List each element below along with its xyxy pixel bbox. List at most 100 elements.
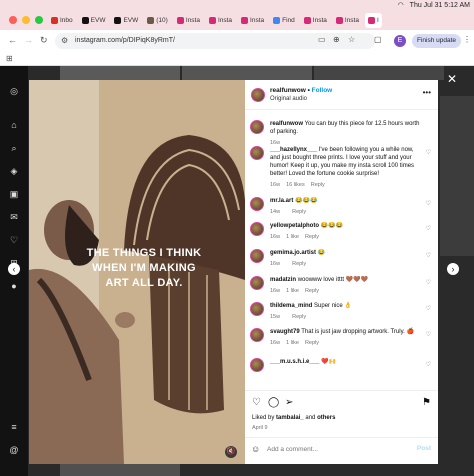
finish-update-button[interactable]: Finish update	[412, 34, 462, 48]
commenter-username[interactable]: ___hazellynx___	[270, 147, 317, 153]
site-settings-icon[interactable]: ⚙	[61, 33, 68, 49]
browser-tab[interactable]: I	[364, 13, 382, 28]
profile-icon[interactable]: ●	[9, 281, 19, 291]
reply-button[interactable]: Reply	[311, 182, 325, 188]
browser-tab[interactable]: EVW	[111, 13, 141, 28]
reels-icon[interactable]: ▣	[9, 189, 19, 199]
reply-button[interactable]: Reply	[305, 234, 319, 240]
comment-like-heart-icon[interactable]: ♡	[426, 361, 431, 369]
comment-icon[interactable]: ◯	[268, 397, 279, 408]
comment-like-heart-icon[interactable]: ♡	[426, 200, 431, 208]
comment-like-heart-icon[interactable]: ♡	[426, 279, 431, 287]
reply-button[interactable]: Reply	[292, 261, 306, 267]
like-heart-icon[interactable]: ♡	[252, 397, 261, 408]
commenter-avatar[interactable]	[250, 276, 264, 290]
commenter-avatar[interactable]	[250, 197, 264, 211]
comment-like-heart-icon[interactable]: ♡	[426, 252, 431, 260]
notifications-heart-icon[interactable]: ♡	[9, 235, 19, 245]
comment-likes[interactable]: 1 like	[286, 234, 299, 240]
commenter-avatar[interactable]	[250, 146, 264, 160]
zoom-icon[interactable]: ⊕	[333, 35, 340, 44]
feed-tile	[440, 96, 474, 256]
comment-like-heart-icon[interactable]: ♡	[426, 305, 431, 313]
comment-like-heart-icon[interactable]: ♡	[426, 331, 431, 339]
commenter-username[interactable]: svaught79	[270, 329, 300, 335]
save-bookmark-icon[interactable]: ⚑	[422, 397, 431, 408]
tab-favicon-icon	[51, 17, 58, 24]
commenter-username[interactable]: madatzin	[270, 277, 296, 283]
reply-button[interactable]: Reply	[292, 314, 306, 320]
home-icon[interactable]: ⌂	[9, 120, 19, 130]
browser-tab[interactable]: Insta	[301, 13, 330, 28]
zoom-window-button[interactable]	[35, 16, 43, 24]
emoji-icon[interactable]: ☺	[251, 444, 260, 454]
follow-button[interactable]: Follow	[312, 87, 333, 94]
reply-button[interactable]: Reply	[305, 288, 319, 294]
add-comment-input[interactable]	[267, 443, 407, 455]
instagram-logo-icon[interactable]: ◎	[9, 86, 19, 96]
author-avatar[interactable]	[251, 88, 265, 102]
browser-tab[interactable]: Inbo	[48, 13, 76, 28]
audio-label[interactable]: Original audio	[270, 96, 307, 102]
browser-tab[interactable]: Insta	[206, 13, 235, 28]
tab-strip: Inbo EVW EVW (10) Insta Insta Insta Find Insta In…	[48, 13, 382, 28]
reload-icon[interactable]: ↻	[40, 35, 48, 46]
browser-tab[interactable]: Find	[270, 13, 298, 28]
commenter-avatar[interactable]	[250, 302, 264, 316]
post-date: April 9	[252, 425, 268, 431]
video-overlay-text: THE THINGS I THINK WHEN I'M MAKING ART A…	[86, 247, 202, 289]
url-bar[interactable]: ⚙ instagram.com/p/DIPiqK8yRmT/	[55, 33, 375, 49]
caption-username[interactable]: realfunwow	[270, 121, 303, 127]
author-username[interactable]: realfunwow • Follow	[270, 87, 332, 94]
explore-icon[interactable]: ◈	[9, 166, 19, 176]
commenter-username[interactable]: thildema_mind	[270, 303, 312, 309]
commenter-avatar[interactable]	[250, 328, 264, 342]
profile-avatar[interactable]: E	[394, 35, 406, 47]
threads-icon[interactable]: @	[9, 445, 19, 455]
mute-icon[interactable]: 🔇	[225, 446, 237, 458]
author-avatar[interactable]	[250, 120, 264, 134]
forward-icon[interactable]: →	[24, 35, 33, 45]
post-comment-button[interactable]: Post	[417, 445, 431, 452]
reply-button[interactable]: Reply	[305, 340, 319, 346]
close-window-button[interactable]	[9, 16, 17, 24]
share-icon[interactable]: ➢	[285, 397, 293, 408]
search-icon[interactable]: ⌕	[9, 143, 19, 153]
liked-by-others[interactable]: others	[317, 415, 335, 421]
post-video[interactable]: THE THINGS I THINK WHEN I'M MAKING ART A…	[29, 80, 245, 464]
tab-label: Find	[282, 17, 295, 24]
browser-tab[interactable]: Insta	[174, 13, 203, 28]
close-icon[interactable]: ✕	[447, 72, 457, 86]
more-menu-icon[interactable]: ≡	[9, 422, 19, 432]
more-options-icon[interactable]: •••	[423, 88, 431, 97]
minimize-window-button[interactable]	[22, 16, 30, 24]
comment-likes[interactable]: 1 like	[286, 340, 299, 346]
commenter-avatar[interactable]	[250, 358, 264, 372]
commenter-username[interactable]: yellowpetalphoto	[270, 223, 319, 229]
comment-likes[interactable]: 1 like	[286, 288, 299, 294]
browser-tab[interactable]: EVW	[79, 13, 109, 28]
comment-likes[interactable]: 16 likes	[286, 182, 305, 188]
commenter-username[interactable]: gemima.jo.artist	[270, 250, 316, 256]
browser-tab[interactable]: Insta	[238, 13, 267, 28]
commenter-username[interactable]: mr.la.art	[270, 198, 293, 204]
bookmark-star-icon[interactable]: ☆	[348, 35, 355, 44]
previous-post-arrow-icon[interactable]: ‹	[8, 263, 20, 275]
commenter-username[interactable]: ___m.u.s.h.i.e___	[270, 359, 319, 365]
commenter-avatar[interactable]	[250, 249, 264, 263]
browser-tab[interactable]: Insta	[333, 13, 362, 28]
comment-like-heart-icon[interactable]: ♡	[426, 225, 431, 233]
apps-grid-icon[interactable]: ⊞	[6, 54, 13, 63]
browser-menu-icon[interactable]: ⋮	[463, 35, 471, 44]
next-post-arrow-icon[interactable]: ›	[447, 263, 459, 275]
browser-tab[interactable]: (10)	[144, 13, 171, 28]
reply-button[interactable]: Reply	[292, 209, 306, 215]
cast-icon[interactable]: ▭	[318, 35, 326, 44]
comment-like-heart-icon[interactable]: ♡	[426, 149, 431, 157]
back-icon[interactable]: ←	[8, 35, 17, 45]
messages-icon[interactable]: ✉	[9, 212, 19, 222]
liked-by-user[interactable]: tambalai_	[276, 415, 304, 421]
commenter-avatar[interactable]	[250, 222, 264, 236]
browser-tab-bar: ◠ Thu Jul 31 5:12 AM Inbo EVW EVW (10) Insta…	[0, 0, 474, 30]
extensions-icon[interactable]: ▢	[374, 35, 382, 44]
